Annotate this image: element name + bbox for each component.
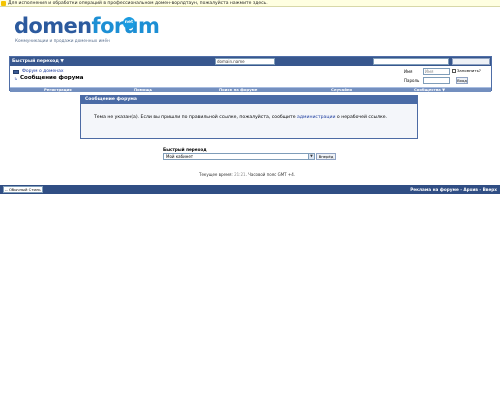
nav-random[interactable]: Случайно: [331, 87, 352, 93]
time-prefix: Текущее время:: [199, 172, 235, 177]
quick-nav-link[interactable]: Быстрый переход ▼: [12, 57, 64, 66]
forum-home-icon[interactable]: [13, 70, 19, 74]
message-header-text: Сообщение форума: [85, 97, 137, 102]
nav-search[interactable]: Поиск на форуме: [219, 87, 257, 93]
nav-help[interactable]: Помощь: [134, 87, 152, 93]
time-value: 21:21: [234, 172, 246, 177]
site-logo[interactable]: domenforum: [14, 14, 160, 38]
footer-bar: -- Обычный Стиль Реклама на форуме - Арх…: [0, 185, 500, 194]
domain-search-input[interactable]: domain.name: [215, 58, 275, 65]
search-input[interactable]: [373, 58, 449, 65]
quick-navigation-go-button[interactable]: Вперёд: [316, 153, 336, 160]
password-input[interactable]: [423, 77, 450, 84]
login-button[interactable]: Вход: [456, 77, 468, 84]
current-time: Текущее время: 21:21. Часовой пояс GMT +…: [199, 172, 295, 177]
message-header: Сообщение форума: [81, 96, 417, 104]
username-input[interactable]: Имя: [423, 68, 450, 75]
notice-text: Для исполнения и обработки операций в пр…: [8, 1, 268, 6]
time-suffix: . Часовой пояс GMT +4.: [245, 172, 296, 177]
warning-icon: [1, 1, 6, 6]
password-label: Пароль: [404, 78, 420, 83]
page-title: Сообщение форума: [20, 75, 84, 81]
message-body: Тема не указан(а). Если вы пришли по пра…: [94, 115, 394, 121]
remember-label: Запомнить?: [457, 68, 481, 73]
search-button[interactable]: [452, 58, 490, 65]
nav-bar: Регистрация Помощь Поиск на форуме Случа…: [10, 87, 491, 92]
logo-badge: net: [123, 17, 135, 29]
remember-checkbox[interactable]: [452, 69, 456, 73]
breadcrumb-forum-link[interactable]: Форум о доменах: [22, 69, 64, 74]
username-label: Имя: [404, 69, 413, 74]
quick-navigation-select[interactable]: Мой кабинет ▼: [163, 153, 315, 160]
style-select[interactable]: -- Обычный Стиль: [3, 186, 43, 193]
nav-register[interactable]: Регистрация: [44, 87, 72, 93]
chevron-down-icon: ▼: [308, 154, 314, 159]
message-text-pre: Тема не указан(а). Если вы пришли по пра…: [94, 115, 297, 120]
nav-communities[interactable]: Сообщества ▼: [414, 87, 445, 93]
logo-part-domen: domen: [14, 14, 92, 38]
message-text-post: о нерабочей ссылке.: [335, 115, 388, 120]
admin-link[interactable]: администрации: [297, 115, 335, 120]
quick-navigation-label: Быстрый переход: [163, 147, 207, 152]
logo-tagline: Коммуникации и продажи доменных имён: [15, 38, 110, 43]
breadcrumb-arrow-icon: ↳: [14, 76, 18, 81]
quick-navigation-selected: Мой кабинет: [166, 154, 194, 159]
notice-bar[interactable]: Для исполнения и обработки операций в пр…: [0, 0, 500, 7]
footer-links[interactable]: Реклама на форуме - Архив - Вверх: [410, 185, 497, 194]
